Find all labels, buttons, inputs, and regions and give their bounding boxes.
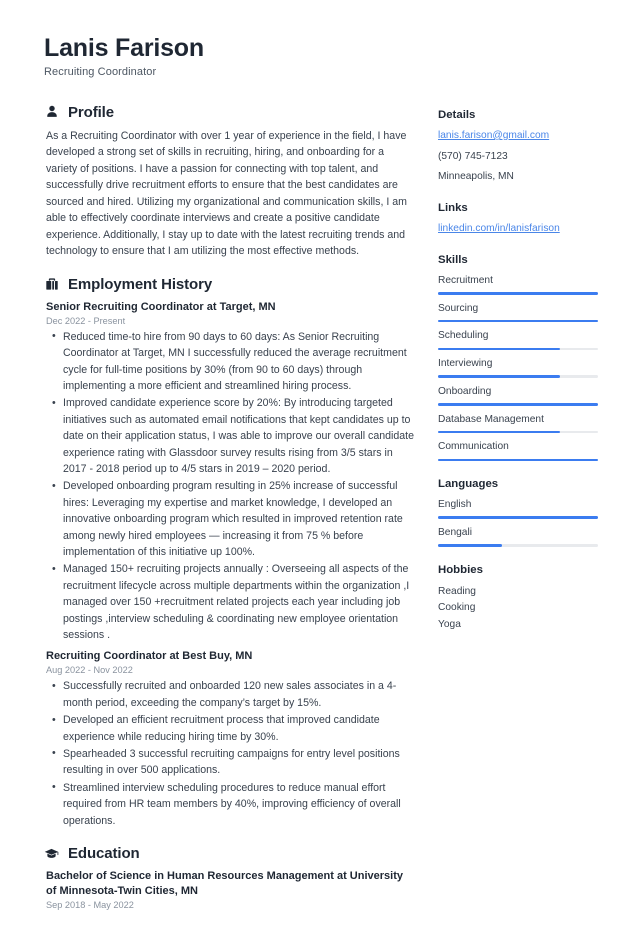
email-link[interactable]: lanis.farison@gmail.com xyxy=(438,129,598,144)
hobby-item: Reading xyxy=(438,585,476,597)
employment-heading: Employment History xyxy=(44,276,416,293)
skill-fill xyxy=(438,375,560,378)
section-title-profile: Profile xyxy=(68,103,114,121)
skill-meter: Database Management xyxy=(438,413,598,434)
language-track xyxy=(438,544,598,547)
sidebar-title-languages: Languages xyxy=(438,478,499,491)
skill-label: Recruitment xyxy=(438,274,493,286)
employment-entry-bullets: Successfully recruited and onboarded 120… xyxy=(46,678,416,829)
profile-text: As a Recruiting Coordinator with over 1 … xyxy=(46,129,407,258)
candidate-job-title: Recruiting Coordinator xyxy=(44,65,157,78)
sidebar-skills: Skills Recruitment Sourcing Scheduling I… xyxy=(438,253,598,462)
bullet-item: Reduced time-to hire from 90 days to 60 … xyxy=(52,328,416,395)
skill-fill xyxy=(438,430,560,434)
skill-track xyxy=(438,375,598,378)
employment-entry: Senior Recruiting Coordinator at Target,… xyxy=(44,300,416,644)
hobby-item: Cooking xyxy=(438,602,476,614)
location-text: Minneapolis, MN xyxy=(438,171,514,183)
language-track xyxy=(438,516,598,519)
skill-fill xyxy=(438,403,598,406)
employment-entry-date: Aug 2022 - Nov 2022 xyxy=(46,665,133,676)
sidebar-title-skills: Skills xyxy=(438,253,468,266)
skill-label: Interviewing xyxy=(438,358,493,370)
skill-track xyxy=(438,292,598,295)
linkedin-link[interactable]: linkedin.com/in/lanisfarison xyxy=(438,222,598,237)
section-employment: Employment History Senior Recruiting Coo… xyxy=(44,276,416,829)
skill-meter: Interviewing xyxy=(438,357,598,378)
skill-meter: Communication xyxy=(438,440,598,462)
language-label: Bengali xyxy=(438,526,472,538)
sidebar-column: Details lanis.farison@gmail.com (570) 74… xyxy=(438,104,598,650)
section-title-employment: Employment History xyxy=(68,275,213,293)
bullet-item: Developed onboarding program resulting i… xyxy=(52,478,416,560)
section-title-education: Education xyxy=(68,844,140,862)
user-icon xyxy=(44,105,59,120)
resume-header: Lanis Farison Recruiting Coordinator xyxy=(44,34,598,78)
employment-entry-title: Senior Recruiting Coordinator at Target,… xyxy=(46,300,276,313)
graduation-cap-icon xyxy=(44,846,59,861)
profile-heading: Profile xyxy=(44,104,416,121)
skill-label: Sourcing xyxy=(438,302,479,314)
hobby-item: Yoga xyxy=(438,618,461,630)
section-profile: Profile As a Recruiting Coordinator with… xyxy=(44,104,416,260)
education-heading: Education xyxy=(44,845,416,862)
sidebar-title-hobbies: Hobbies xyxy=(438,563,483,576)
skill-fill xyxy=(438,347,560,351)
employment-entry-bullets: Reduced time-to hire from 90 days to 60 … xyxy=(46,328,416,644)
skill-label: Scheduling xyxy=(438,330,489,342)
sidebar-hobbies: Hobbies Reading Cooking Yoga xyxy=(438,564,598,634)
skill-meter: Scheduling xyxy=(438,329,598,351)
bullet-item: Managed 150+ recruiting projects annuall… xyxy=(52,561,416,643)
main-column: Profile As a Recruiting Coordinator with… xyxy=(44,104,416,926)
language-fill xyxy=(438,516,598,519)
skill-fill xyxy=(438,319,598,323)
skill-fill xyxy=(438,292,598,295)
resume-body: Profile As a Recruiting Coordinator with… xyxy=(44,104,598,926)
briefcase-icon xyxy=(44,277,59,292)
skill-label: Communication xyxy=(438,441,509,453)
language-fill xyxy=(438,544,502,547)
resume-page: Lanis Farison Recruiting Coordinator Pro… xyxy=(0,0,640,910)
employment-entry-date: Dec 2022 - Present xyxy=(46,315,126,326)
education-entry-title: Bachelor of Science in Human Resources M… xyxy=(46,869,404,897)
section-education: Education Bachelor of Science in Human R… xyxy=(44,845,416,910)
skill-meter: Onboarding xyxy=(438,385,598,406)
skill-track xyxy=(438,458,598,462)
employment-entry: Recruiting Coordinator at Best Buy, MN A… xyxy=(44,649,416,829)
bullet-item: Improved candidate experience score by 2… xyxy=(52,395,416,477)
sidebar-title-links: Links xyxy=(438,202,468,215)
skill-meter: Sourcing xyxy=(438,302,598,323)
skill-meter: Recruitment xyxy=(438,274,598,295)
sidebar-links: Links linkedin.com/in/lanisfarison xyxy=(438,202,598,237)
employment-entry-title: Recruiting Coordinator at Best Buy, MN xyxy=(46,650,253,663)
language-meter: English xyxy=(438,498,598,519)
phone-text: (570) 745-7123 xyxy=(438,150,508,162)
bullet-item: Streamlined interview scheduling procedu… xyxy=(52,779,416,829)
sidebar-languages: Languages English Bengali xyxy=(438,478,598,547)
bullet-item: Developed an efficient recruitment proce… xyxy=(52,712,416,745)
skill-fill xyxy=(438,458,598,462)
education-entry: Bachelor of Science in Human Resources M… xyxy=(44,869,416,910)
candidate-name: Lanis Farison xyxy=(44,34,204,62)
skill-track xyxy=(438,319,598,323)
skill-track xyxy=(438,347,598,351)
language-meter: Bengali xyxy=(438,526,598,547)
skill-track xyxy=(438,430,598,434)
bullet-item: Successfully recruited and onboarded 120… xyxy=(52,678,416,711)
skill-label: Onboarding xyxy=(438,385,492,397)
bullet-item: Spearheaded 3 successful recruiting camp… xyxy=(52,745,416,779)
skill-track xyxy=(438,403,598,406)
sidebar-title-details: Details xyxy=(438,108,476,121)
skill-label: Database Management xyxy=(438,413,544,425)
language-label: English xyxy=(438,499,472,511)
sidebar-details: Details lanis.farison@gmail.com (570) 74… xyxy=(438,109,598,185)
